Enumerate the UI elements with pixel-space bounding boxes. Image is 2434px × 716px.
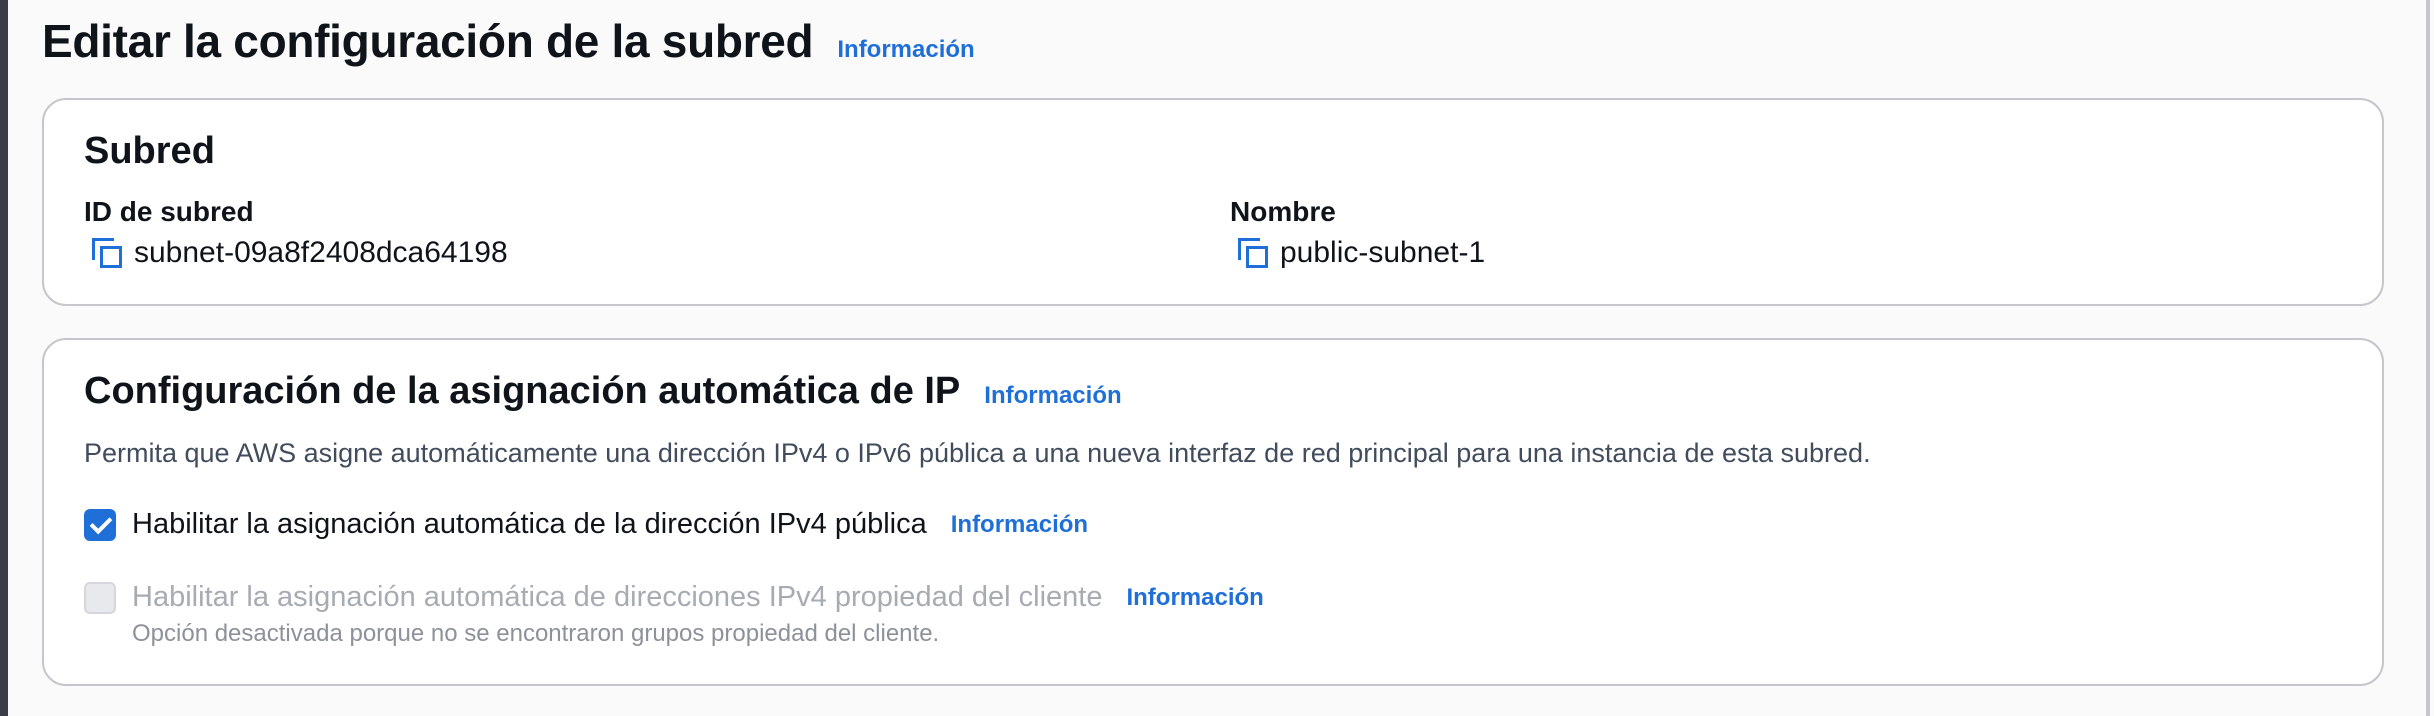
- customer-ipv4-info-link[interactable]: Información: [1126, 584, 1263, 612]
- subnet-panel-title: Subred: [84, 130, 215, 172]
- copy-icon[interactable]: [90, 236, 124, 270]
- window-edge: [0, 0, 8, 716]
- customer-ipv4-option: Habilitar la asignación automática de di…: [84, 581, 1264, 614]
- subnet-name-value-row: public-subnet-1: [1230, 236, 1485, 270]
- customer-ipv4-label: Habilitar la asignación automática de di…: [132, 581, 1103, 613]
- subnet-id-field: ID de subred subnet-09a8f2408dca64198: [84, 196, 508, 270]
- subnet-name-label: Nombre: [1230, 196, 1336, 227]
- auto-ip-panel-title: Configuración de la asignación automátic…: [84, 370, 961, 412]
- page-info-link[interactable]: Información: [837, 36, 974, 64]
- scrollbar[interactable]: [2426, 0, 2430, 716]
- subnet-name-field: Nombre public-subnet-1: [1230, 196, 1485, 270]
- auto-ip-info-link[interactable]: Información: [984, 382, 1121, 410]
- customer-ipv4-checkbox: [84, 581, 116, 614]
- copy-icon[interactable]: [1236, 236, 1270, 270]
- subnet-id-value-row: subnet-09a8f2408dca64198: [84, 236, 508, 270]
- auto-ip-panel: Configuración de la asignación automátic…: [42, 338, 2384, 686]
- subnet-panel: Subred ID de subred subnet-09a8f2408dca6…: [42, 98, 2384, 306]
- public-ipv4-checkbox[interactable]: [84, 508, 116, 541]
- subnet-name-value: public-subnet-1: [1280, 236, 1486, 269]
- subnet-id-value: subnet-09a8f2408dca64198: [134, 236, 508, 269]
- public-ipv4-label[interactable]: Habilitar la asignación automática de la…: [132, 508, 927, 541]
- subnet-id-label: ID de subred: [84, 196, 254, 227]
- auto-ip-description: Permita que AWS asigne automáticamente u…: [84, 438, 1871, 468]
- public-ipv4-option[interactable]: Habilitar la asignación automática de la…: [84, 508, 1088, 541]
- page-title: Editar la configuración de la subred: [42, 15, 814, 67]
- customer-ipv4-hint: Opción desactivada porque no se encontra…: [132, 620, 940, 647]
- auto-ip-header: Configuración de la asignación automátic…: [84, 370, 1122, 413]
- page-header: Editar la configuración de la subred Inf…: [42, 14, 975, 68]
- public-ipv4-info-link[interactable]: Información: [951, 511, 1088, 539]
